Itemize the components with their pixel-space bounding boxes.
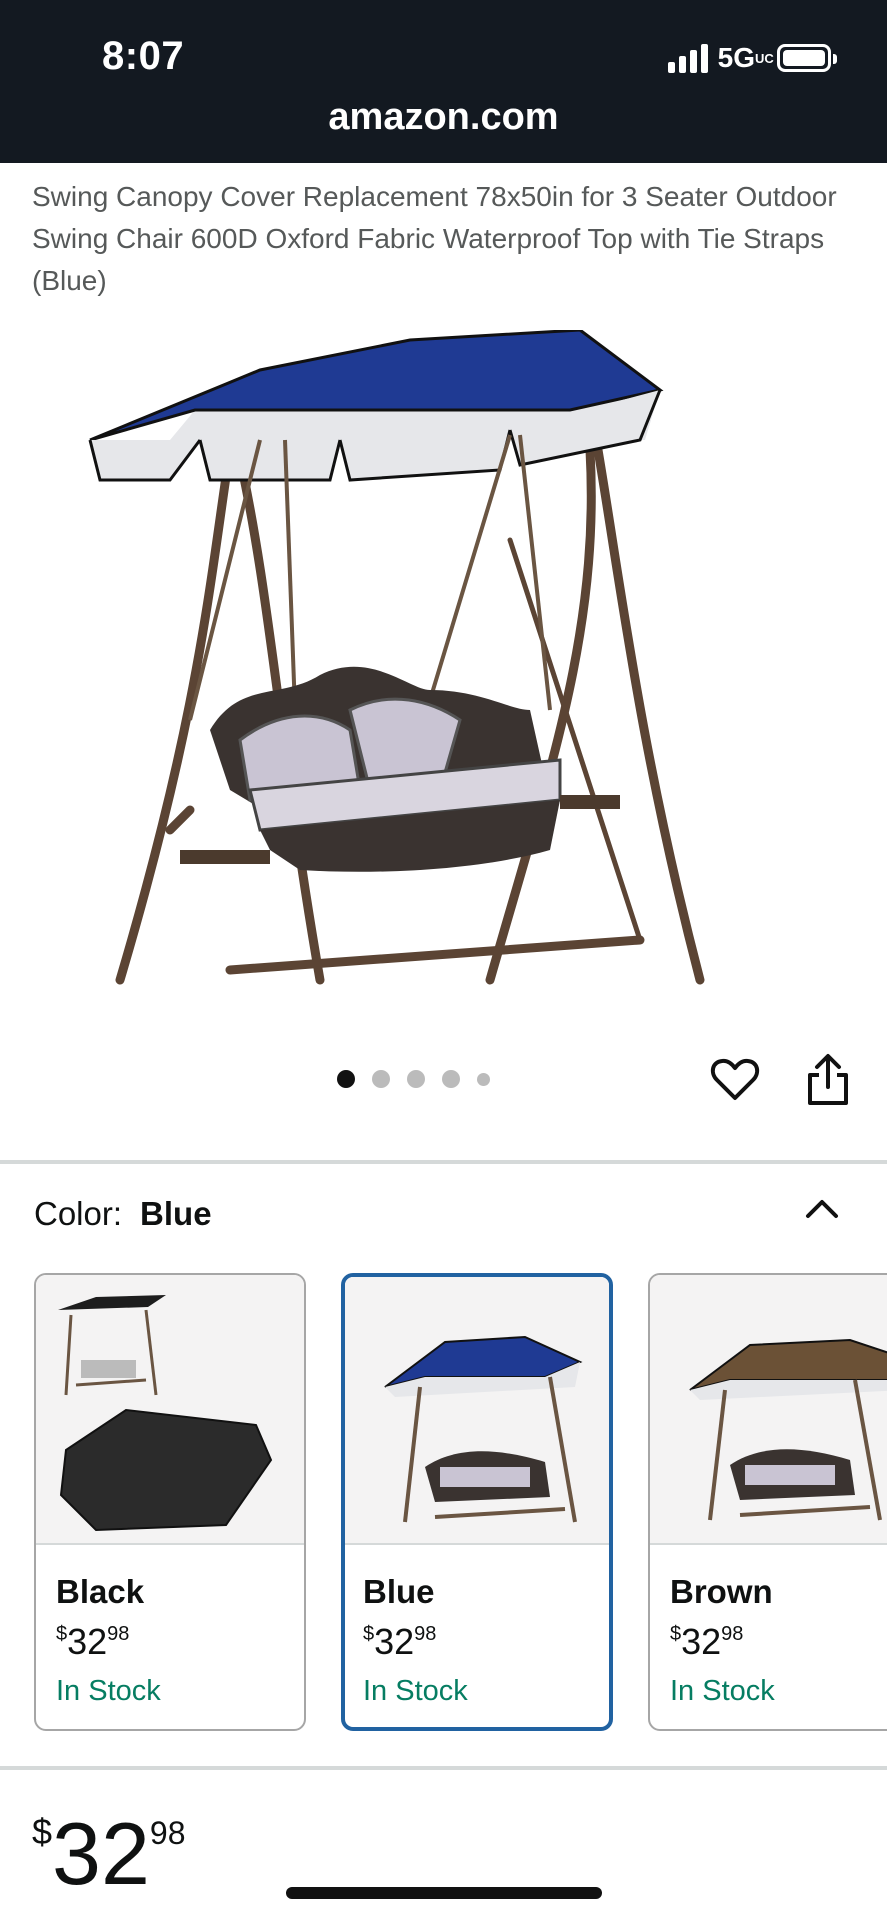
network-type: 5GUC: [717, 42, 774, 73]
chevron-up-icon[interactable]: [804, 1195, 840, 1221]
swatch-image: [36, 1275, 304, 1545]
swatch-image: [650, 1275, 887, 1545]
product-price: $3298: [32, 1804, 186, 1903]
swatch-brown[interactable]: Brown $3298 In Stock: [648, 1273, 887, 1731]
stock-status: In Stock: [56, 1675, 161, 1707]
selected-color: Blue: [140, 1195, 212, 1232]
swatch-black[interactable]: Black $3298 In Stock: [34, 1273, 306, 1731]
url-bar[interactable]: amazon.com: [0, 96, 887, 139]
share-icon[interactable]: [805, 1053, 851, 1107]
swatch-price: $3298: [670, 1621, 744, 1662]
color-swatch-list[interactable]: Black $3298 In Stock Blue $3298 In Stock: [34, 1273, 887, 1733]
color-label: Color:: [34, 1195, 123, 1232]
status-indicators: 5GUC: [667, 42, 837, 74]
section-divider: [0, 1160, 887, 1164]
stock-status: In Stock: [670, 1675, 775, 1707]
swatch-price: $3298: [363, 1621, 437, 1662]
swatch-name: Black: [56, 1573, 145, 1610]
status-time: 8:07: [102, 34, 185, 78]
color-selector-label: Color: Blue: [34, 1195, 212, 1233]
swatch-price: $3298: [56, 1621, 130, 1662]
swatch-name: Brown: [670, 1573, 773, 1610]
signal-icon: [667, 43, 708, 73]
swatch-name: Blue: [363, 1573, 435, 1610]
status-bar: 8:07 5GUC amazon.com: [0, 0, 887, 163]
product-title[interactable]: Swing Canopy Cover Replacement 78x50in f…: [32, 176, 852, 302]
stock-status: In Stock: [363, 1675, 468, 1707]
swatch-blue[interactable]: Blue $3298 In Stock: [341, 1273, 613, 1731]
section-divider: [0, 1766, 887, 1770]
home-indicator[interactable]: [286, 1887, 602, 1899]
swatch-image: [345, 1277, 609, 1545]
carousel-dot[interactable]: [442, 1070, 460, 1088]
heart-icon[interactable]: [710, 1055, 760, 1105]
battery-icon: [777, 44, 837, 72]
product-image[interactable]: [80, 330, 810, 990]
carousel-dot[interactable]: [477, 1072, 490, 1086]
carousel-dot[interactable]: [407, 1070, 425, 1088]
carousel-dot[interactable]: [337, 1070, 355, 1088]
carousel-dot[interactable]: [372, 1070, 390, 1088]
